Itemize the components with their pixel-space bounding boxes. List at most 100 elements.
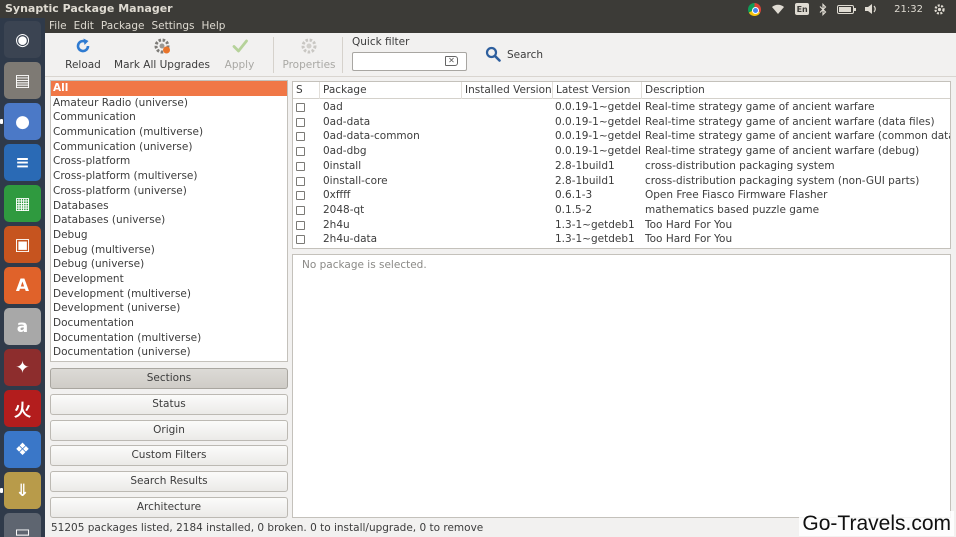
package-description: Real-time strategy game of ancient warfa… (645, 115, 935, 128)
volume-icon[interactable] (864, 2, 878, 16)
section-item[interactable]: Cross-platform (51, 154, 287, 169)
impress-icon[interactable]: ▣ (4, 226, 41, 263)
custom-filters-button[interactable]: Custom Filters (50, 445, 288, 466)
section-item[interactable]: Communication (51, 110, 287, 125)
sections-filter-button[interactable]: Sections (50, 368, 288, 389)
package-status-checkbox[interactable] (296, 176, 305, 186)
section-item[interactable]: Documentation (universe) (51, 345, 287, 360)
reload-button[interactable]: Reload (63, 37, 103, 73)
latest-version: 1.3-1~getdeb1 (555, 233, 635, 246)
section-item[interactable]: Communication (universe) (51, 140, 287, 155)
menu-package[interactable]: Package (101, 20, 145, 32)
software-center-icon[interactable]: A (4, 267, 41, 304)
package-list[interactable]: S Package Installed Version Latest Versi… (292, 81, 951, 249)
search-button[interactable]: Search (485, 46, 543, 64)
clock[interactable]: 21:32 (894, 2, 923, 16)
section-item[interactable]: Documentation (51, 316, 287, 331)
package-status-checkbox[interactable] (296, 205, 305, 215)
package-description: Real-time strategy game of ancient warfa… (645, 130, 950, 143)
section-item[interactable]: Documentation (multiverse) (51, 331, 287, 346)
column-header-latest-version[interactable]: Latest Version (553, 82, 642, 99)
menu-edit[interactable]: Edit (74, 20, 94, 32)
mark-all-upgrades-label: Mark All Upgrades (114, 59, 210, 71)
wifi-icon[interactable] (771, 2, 785, 16)
package-status-checkbox[interactable] (296, 161, 305, 171)
clear-filter-icon[interactable]: ✕ (445, 56, 458, 66)
table-row[interactable]: 0ad-data 0.0.19-1~getdeb1 Real-time strate… (293, 115, 950, 130)
ubuntu-dash-icon[interactable]: ◉ (4, 21, 41, 58)
package-description: Real-time strategy game of ancient warfa… (645, 145, 920, 158)
table-row[interactable]: 0install-core 2.8-1build1 cross-distributi… (293, 174, 950, 189)
section-item[interactable]: Cross-platform (multiverse) (51, 169, 287, 184)
properties-button[interactable]: Properties (282, 37, 336, 73)
section-item[interactable]: Databases (universe) (51, 213, 287, 228)
chrome-icon[interactable]: ● (4, 103, 41, 140)
column-header-status[interactable]: S (293, 82, 320, 99)
table-row[interactable]: 2h4u-data 1.3-1~getdeb1 Too Hard For You (293, 232, 950, 247)
table-row[interactable]: 0install 2.8-1build1 cross-distribution pa… (293, 159, 950, 174)
trash-icon[interactable]: ▭ (4, 513, 41, 537)
bluetooth-icon[interactable] (819, 2, 827, 16)
menu-help[interactable]: Help (202, 20, 226, 32)
section-item[interactable]: Cross-platform (universe) (51, 184, 287, 199)
column-header-description[interactable]: Description (642, 82, 950, 99)
section-item[interactable]: Development (multiverse) (51, 287, 287, 302)
menu-file[interactable]: File (49, 20, 67, 32)
package-name: 2h4u (323, 218, 350, 231)
status-text: 51205 packages listed, 2184 installed, 0… (51, 522, 484, 534)
section-item[interactable]: Debug (51, 228, 287, 243)
synaptic-icon[interactable]: ⇓ (4, 472, 41, 509)
table-row[interactable]: 0ad-dbg 0.0.19-1~getdeb2~x Real-time strat… (293, 144, 950, 159)
mark-all-upgrades-button[interactable]: Mark All Upgrades (114, 37, 210, 73)
package-status-checkbox[interactable] (296, 191, 305, 201)
keyboard-layout-indicator[interactable]: En (795, 3, 810, 15)
section-item[interactable]: Databases (51, 199, 287, 214)
menu-settings[interactable]: Settings (151, 20, 194, 32)
section-item[interactable]: All (51, 81, 287, 96)
origin-filter-button[interactable]: Origin (50, 420, 288, 441)
section-item[interactable]: Debug (multiverse) (51, 243, 287, 258)
app-bird-icon[interactable]: ❖ (4, 431, 41, 468)
settings-icon[interactable]: ✦ (4, 349, 41, 386)
package-status-checkbox[interactable] (296, 147, 305, 157)
session-gear-icon[interactable] (933, 2, 946, 16)
app-fire-icon[interactable]: 火 (4, 390, 41, 427)
calc-icon[interactable]: ▦ (4, 185, 41, 222)
package-status-checkbox[interactable] (296, 220, 305, 230)
package-status-checkbox[interactable] (296, 103, 305, 112)
installed-version (465, 115, 551, 130)
section-item[interactable]: Communication (multiverse) (51, 125, 287, 140)
package-status-checkbox[interactable] (296, 132, 305, 142)
installed-version (465, 129, 551, 144)
search-results-button[interactable]: Search Results (50, 471, 288, 492)
architecture-filter-button[interactable]: Architecture (50, 497, 288, 518)
table-row[interactable]: 0xffff 0.6.1-3 Open Free Fiasco Firmware F… (293, 188, 950, 203)
package-description: Too Hard For You (645, 233, 733, 246)
column-header-package[interactable]: Package (320, 82, 462, 99)
amazon-icon[interactable]: a (4, 308, 41, 345)
files-icon[interactable]: ▤ (4, 62, 41, 99)
section-item[interactable]: Debug (universe) (51, 257, 287, 272)
package-status-checkbox[interactable] (296, 235, 305, 245)
table-row[interactable]: 0ad-data-common 0.0.19-1~getdeb1 Real-time… (293, 129, 950, 144)
section-item[interactable]: Development (51, 272, 287, 287)
battery-icon[interactable] (837, 4, 857, 14)
table-row[interactable]: 2048-qt 0.1.5-2 mathematics based puzzle g… (293, 203, 950, 218)
package-name: 0ad-data-common (323, 130, 420, 143)
package-description: cross-distribution packaging system (645, 159, 835, 172)
apply-button[interactable]: Apply (223, 37, 256, 73)
column-header-installed-version[interactable]: Installed Version (462, 82, 553, 99)
no-selection-text: No package is selected. (302, 259, 427, 271)
status-filter-button[interactable]: Status (50, 394, 288, 415)
installed-version (465, 188, 551, 203)
table-row[interactable]: 2h4u 1.3-1~getdeb1 Too Hard For You (293, 218, 950, 233)
sections-list[interactable]: All Amateur Radio (universe) Communication… (50, 80, 288, 362)
section-item[interactable]: Development (universe) (51, 301, 287, 316)
package-name: 0install (323, 159, 362, 172)
installed-version (465, 174, 551, 189)
section-item[interactable]: Amateur Radio (universe) (51, 96, 287, 111)
chrome-tray-icon[interactable] (748, 2, 762, 16)
table-row[interactable]: 0ad 0.0.19-1~getdeb2~x Real-time strategy … (293, 100, 950, 115)
package-status-checkbox[interactable] (296, 117, 305, 127)
writer-icon[interactable]: ≡ (4, 144, 41, 181)
